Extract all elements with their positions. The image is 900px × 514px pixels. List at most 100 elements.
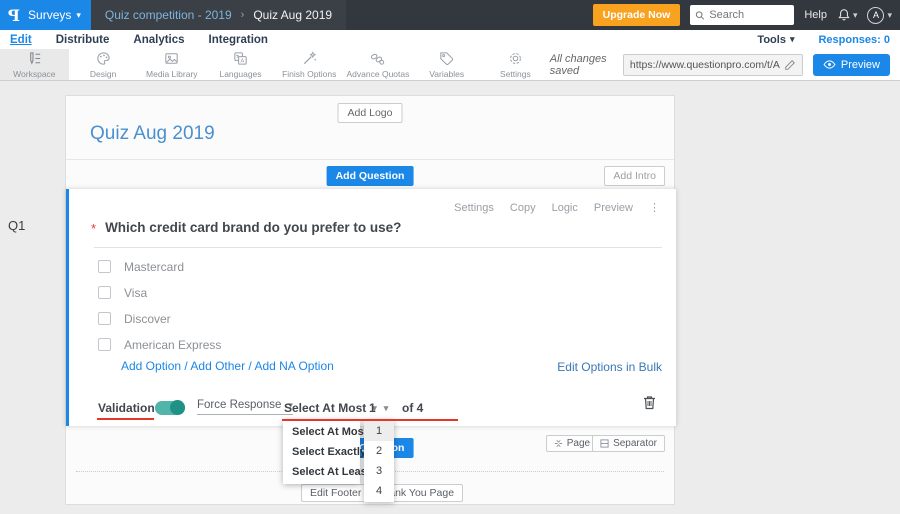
chevron-down-icon: ▾ (887, 9, 892, 20)
rule-annotation-underline (282, 419, 458, 421)
account-menu[interactable]: A ▾ (867, 6, 892, 24)
count-option-2[interactable]: 2 (364, 441, 394, 461)
edit-options-in-bulk-link[interactable]: Edit Options in Bulk (557, 360, 662, 374)
brand-area: P Surveys ▾ (0, 0, 91, 30)
avatar: A (867, 6, 885, 24)
nav-right: Tools ▾ Responses: 0 (757, 34, 890, 46)
chevron-down-icon: ▾ (852, 9, 858, 20)
add-option-link[interactable]: Add Option (121, 359, 181, 373)
upgrade-now-button[interactable]: Upgrade Now (592, 4, 681, 26)
survey-title[interactable]: Quiz Aug 2019 (90, 123, 215, 145)
add-na-option-link[interactable]: Add NA Option (254, 359, 333, 373)
checkbox[interactable] (98, 260, 111, 273)
option-label[interactable]: Visa (124, 286, 147, 300)
required-marker: * (91, 221, 97, 236)
link-separator: / (181, 359, 191, 373)
question-preview-link[interactable]: Preview (594, 202, 633, 214)
add-other-link[interactable]: Add Other (190, 359, 245, 373)
add-intro-button[interactable]: Add Intro (604, 166, 665, 186)
option-label[interactable]: American Express (124, 338, 221, 352)
advance-quotas-icon (371, 53, 385, 65)
count-option-1[interactable]: 1 (364, 421, 394, 441)
tools-label: Tools (757, 33, 786, 46)
toolbar-item-media-library[interactable]: Media Library (137, 49, 206, 80)
question-text[interactable]: Which credit card brand do you prefer to… (105, 220, 401, 235)
toolbar-item-finish-options[interactable]: Finish Options (275, 49, 344, 80)
validation-toggle[interactable] (155, 400, 185, 415)
search-input[interactable] (709, 9, 790, 21)
option-label[interactable]: Discover (124, 312, 171, 326)
preview-button[interactable]: Preview (812, 53, 890, 76)
toolbar-item-variables[interactable]: Variables (412, 49, 481, 80)
breadcrumb-parent[interactable]: Quiz competition - 2019 (105, 8, 232, 22)
toolbar-item-languages[interactable]: A Languages (206, 49, 275, 80)
delete-question-button[interactable] (643, 395, 656, 415)
tools-menu[interactable]: Tools ▾ (757, 34, 794, 46)
app-root: P Surveys ▾ Quiz competition - 2019 › Qu… (0, 0, 900, 514)
count-option-3[interactable]: 3 (364, 461, 394, 481)
separator-button[interactable]: Separator (592, 435, 665, 452)
preview-label: Preview (840, 58, 880, 71)
of-total-label: of 4 (402, 401, 424, 415)
question-underline (94, 247, 662, 248)
help-link[interactable]: Help (804, 9, 827, 21)
toolbar-item-design[interactable]: Design (69, 49, 138, 80)
surveys-menu[interactable]: Surveys ▾ (28, 8, 81, 22)
validation-count-dropdown[interactable]: 1 ▾ (369, 401, 388, 415)
toolbar-item-label: Settings (500, 69, 531, 79)
eye-icon (823, 60, 836, 69)
rule-option-select-at-most[interactable]: Select At Most (283, 422, 367, 442)
validation-label: Validation (98, 401, 155, 415)
nav-tab-edit[interactable]: Edit (10, 34, 32, 46)
rule-dropdown-panel: Select At Most Select Exactly Select At … (283, 420, 370, 484)
main-nav: Edit Distribute Analytics Integration To… (0, 30, 900, 49)
breadcrumb-separator-icon: › (240, 9, 245, 21)
toolbar-item-advance-quotas[interactable]: Advance Quotas (344, 49, 413, 80)
force-response-label: Force Response (197, 399, 282, 411)
edit-footer-button[interactable]: Edit Footer (301, 484, 371, 502)
toolbar-item-settings[interactable]: Settings (481, 49, 550, 80)
survey-url-input[interactable] (629, 58, 780, 71)
toggle-knob (170, 400, 185, 415)
question-copy-link[interactable]: Copy (510, 202, 536, 214)
validation-rule-dropdown[interactable]: Select At Most ▾ (284, 401, 377, 415)
rule-option-select-exactly[interactable]: Select Exactly (283, 442, 366, 462)
question-text-row: * Which credit card brand do you prefer … (91, 220, 401, 235)
chevron-down-icon: ▾ (76, 9, 81, 20)
checkbox[interactable] (98, 338, 111, 351)
question-settings-link[interactable]: Settings (454, 202, 494, 214)
answer-option-row: American Express (98, 338, 221, 352)
more-vertical-icon[interactable]: ⋮ (649, 201, 660, 214)
responses-count[interactable]: Responses: 0 (818, 34, 890, 46)
rule-option-select-at-least[interactable]: Select At Least (283, 462, 370, 482)
surveys-label: Surveys (28, 8, 72, 22)
question-logic-link[interactable]: Logic (552, 202, 578, 214)
autosave-status: All changes saved (549, 52, 607, 77)
checkbox[interactable] (98, 286, 111, 299)
checkbox[interactable] (98, 312, 111, 325)
count-option-4[interactable]: 4 (364, 481, 394, 501)
breadcrumb: Quiz competition - 2019 › Quiz Aug 2019 (90, 0, 347, 30)
settings-icon (509, 53, 521, 64)
toolbar-item-label: Design (89, 69, 117, 79)
media-library-icon (165, 53, 178, 64)
toolbar-item-workspace[interactable]: Workspace (0, 49, 69, 80)
questionpro-logo[interactable]: P (8, 6, 20, 25)
add-question-button-top[interactable]: Add Question (326, 166, 414, 186)
nav-tab-analytics[interactable]: Analytics (133, 34, 184, 46)
force-response-dropdown[interactable]: Force Response ▾ (197, 399, 293, 415)
toolbar-item-label: Finish Options (282, 69, 337, 79)
option-label[interactable]: Mastercard (124, 260, 184, 274)
nav-tab-distribute[interactable]: Distribute (56, 34, 110, 46)
nav-tab-integration[interactable]: Integration (209, 34, 268, 46)
answer-option-row: Discover (98, 312, 221, 326)
separator-icon (600, 439, 609, 448)
languages-icon: A (234, 52, 247, 65)
chevron-down-icon: ▾ (789, 34, 795, 44)
edit-pencil-icon[interactable] (784, 59, 796, 71)
count-selected-value: 1 (369, 401, 376, 415)
notifications-menu[interactable]: ▾ (837, 8, 858, 22)
toolbar-item-label: Workspace (13, 69, 56, 79)
search-box (690, 5, 795, 25)
add-logo-button[interactable]: Add Logo (337, 103, 403, 123)
